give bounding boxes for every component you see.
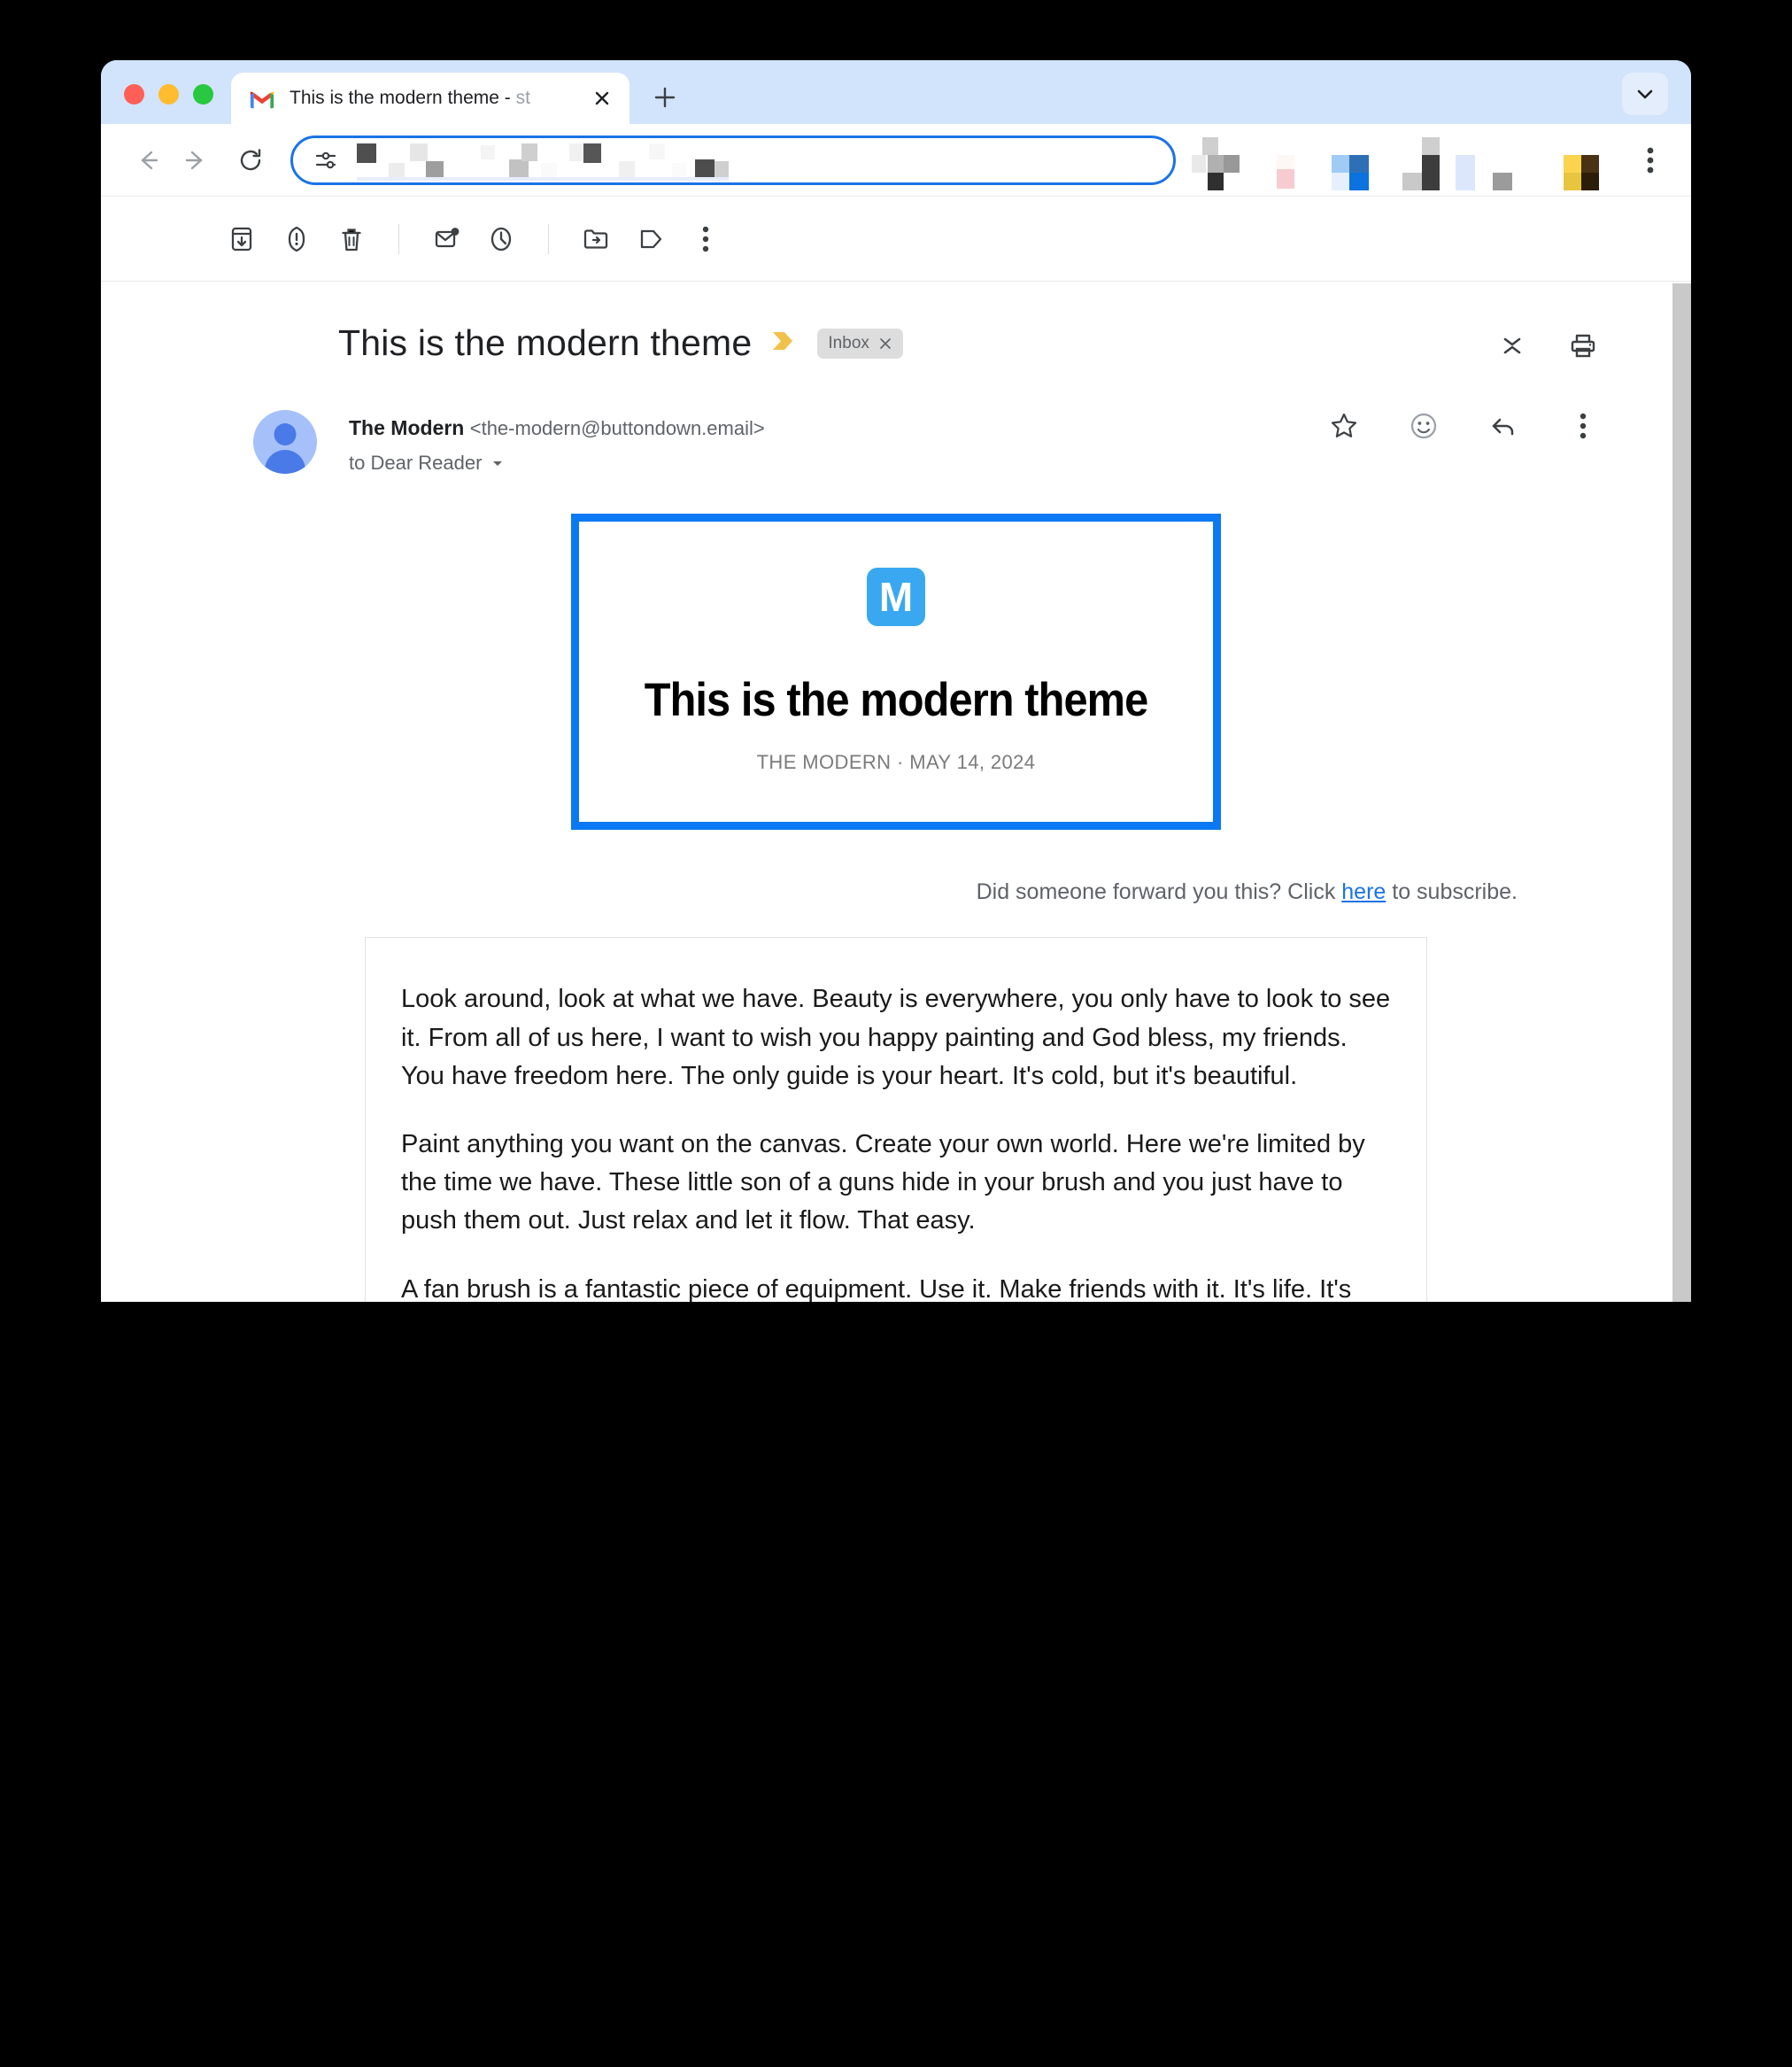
close-icon[interactable]	[878, 337, 892, 351]
newsletter-body: M This is the modern theme THE MODERN · …	[101, 513, 1691, 1302]
browser-tab-title-truncated: st	[515, 88, 530, 108]
forward-button[interactable]	[172, 136, 220, 184]
page-title: This is the modern theme	[338, 322, 753, 363]
archive-icon[interactable]	[214, 212, 269, 267]
sender-line: The Modern <the-modern@buttondown.email>	[349, 414, 765, 443]
report-spam-icon[interactable]	[269, 212, 324, 267]
tab-strip: This is the modern theme - st	[101, 60, 1691, 124]
close-window-button[interactable]	[124, 84, 144, 105]
new-tab-button[interactable]	[644, 76, 686, 119]
labels-icon[interactable]	[623, 212, 678, 267]
sender-email: <the-modern@buttondown.email>	[469, 417, 765, 439]
browser-menu-button[interactable]	[1629, 137, 1672, 183]
browser-toolbar	[101, 124, 1691, 197]
collapse-all-icon[interactable]	[1489, 322, 1535, 368]
reply-icon[interactable]	[1480, 403, 1526, 449]
recipients-row[interactable]: to Dear Reader	[349, 452, 765, 475]
chevron-down-icon[interactable]	[490, 456, 505, 470]
browser-window: This is the modern theme - st This is th…	[101, 60, 1691, 1302]
address-bar-redacted-path	[357, 140, 1154, 181]
back-arrow-icon	[141, 151, 158, 169]
subscribe-link[interactable]: here	[1341, 879, 1386, 904]
mark-unread-icon[interactable]	[419, 212, 474, 267]
recipients-label: to Dear Reader	[349, 451, 483, 474]
email-reading-pane: This is the modern theme Inbox The Moder…	[101, 282, 1691, 1302]
scrollbar-thumb[interactable]	[1672, 283, 1691, 1302]
move-to-icon[interactable]	[568, 212, 623, 267]
subscribe-prompt-after: to subscribe.	[1386, 879, 1518, 905]
kebab-menu-icon	[1647, 147, 1654, 173]
avatar[interactable]	[253, 410, 317, 474]
reload-button[interactable]	[227, 136, 274, 184]
sender-details: The Modern <the-modern@buttondown.email>…	[349, 410, 765, 475]
newsletter-header-card: M This is the modern theme THE MODERN · …	[571, 513, 1221, 831]
label-chip-inbox[interactable]: Inbox	[817, 328, 903, 359]
reload-icon	[240, 148, 261, 170]
browser-extensions-area[interactable]	[1192, 135, 1629, 190]
browser-tab-gmail[interactable]: This is the modern theme - st	[231, 73, 630, 124]
subscribe-prompt: Did someone forward you this? Click here…	[101, 879, 1691, 905]
email-subject-row: This is the modern theme Inbox	[101, 282, 1691, 364]
back-button[interactable]	[124, 136, 172, 184]
snooze-icon[interactable]	[474, 212, 529, 267]
scrollbar[interactable]	[1672, 282, 1691, 1302]
sender-name: The Modern	[349, 416, 465, 439]
newsletter-title: This is the modern theme	[644, 673, 1148, 726]
window-traffic-lights	[101, 84, 231, 124]
label-chip-text: Inbox	[828, 333, 869, 352]
newsletter-paragraph: Paint anything you want on the canvas. C…	[401, 1130, 1365, 1235]
message-header-row: The Modern <the-modern@buttondown.email>…	[101, 364, 1691, 475]
more-options-icon[interactable]	[678, 212, 733, 267]
forward-arrow-icon	[185, 151, 203, 169]
important-marker-icon[interactable]	[771, 329, 796, 357]
more-options-icon[interactable]	[1560, 403, 1606, 449]
site-settings-icon[interactable]	[313, 147, 339, 174]
subscribe-prompt-before: Did someone forward you this? Click	[976, 879, 1342, 905]
brand-badge-letter: M	[878, 573, 914, 620]
address-bar[interactable]	[290, 135, 1176, 185]
chevron-down-icon	[1637, 89, 1653, 99]
gmail-action-toolbar	[101, 197, 1691, 282]
brand-badge: M	[867, 567, 925, 626]
browser-tab-title: This is the modern theme - st	[290, 88, 530, 108]
star-icon[interactable]	[1321, 403, 1367, 449]
gmail-icon	[250, 91, 274, 109]
delete-icon[interactable]	[324, 212, 379, 267]
newsletter-paragraph: Look around, look at what we have. Beaut…	[401, 985, 1391, 1090]
thread-actions	[1489, 322, 1606, 368]
add-reaction-icon[interactable]	[1401, 403, 1447, 449]
tab-close-icon[interactable]	[587, 83, 617, 113]
print-icon[interactable]	[1560, 322, 1606, 368]
maximize-window-button[interactable]	[193, 84, 213, 105]
newsletter-content-card: Look around, look at what we have. Beaut…	[365, 937, 1427, 1302]
newsletter-meta: THE MODERN · MAY 14, 2024	[756, 751, 1036, 774]
tab-search-button[interactable]	[1622, 73, 1668, 115]
toolbar-divider	[398, 223, 399, 254]
message-actions	[1321, 403, 1606, 449]
toolbar-divider	[548, 223, 549, 254]
newsletter-paragraph: A fan brush is a fantastic piece of equi…	[401, 1274, 1352, 1302]
minimize-window-button[interactable]	[158, 84, 179, 105]
